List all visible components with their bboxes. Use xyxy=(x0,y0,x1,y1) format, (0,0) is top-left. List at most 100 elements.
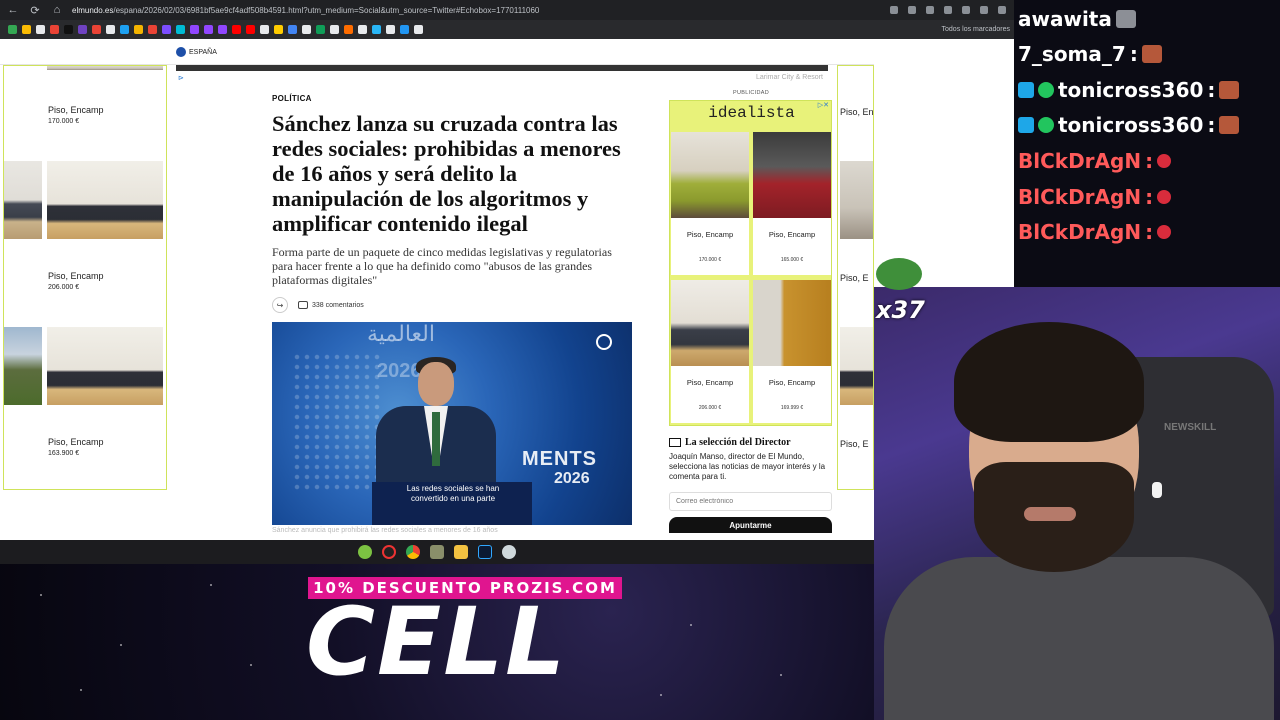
extension-icon[interactable] xyxy=(926,6,934,14)
bookmarks-bar: Todos los marcadores xyxy=(0,20,1014,39)
bookmark-icon[interactable] xyxy=(36,25,45,34)
bookmark-icon[interactable] xyxy=(190,25,199,34)
bookmark-icon[interactable] xyxy=(50,25,59,34)
bookmark-icon[interactable] xyxy=(148,25,157,34)
app-icon[interactable] xyxy=(430,545,444,559)
profile-icon[interactable] xyxy=(998,6,1006,14)
photo-backdrop-year: 2026 xyxy=(377,360,422,382)
bookmark-icon[interactable] xyxy=(358,25,367,34)
star xyxy=(120,644,122,646)
app-icon[interactable] xyxy=(502,545,516,559)
reload-icon[interactable]: ⟳ xyxy=(28,4,42,17)
extension-icon[interactable] xyxy=(962,6,970,14)
listing-card[interactable]: Piso, Encamp 206.000 € xyxy=(671,280,749,423)
bookmark-icon[interactable] xyxy=(218,25,227,34)
ad-listing-title: Piso, Encamp xyxy=(48,271,104,281)
streamer-shirt xyxy=(884,557,1274,720)
star-icon[interactable] xyxy=(890,6,898,14)
newsletter-title: La selección del Director xyxy=(685,437,791,448)
chat-username: awawita xyxy=(1018,7,1112,31)
bookmark-icon[interactable] xyxy=(400,25,409,34)
chat-message: 7_soma_7 : xyxy=(1018,42,1162,66)
photoshop-icon[interactable] xyxy=(478,545,492,559)
bookmark-icon[interactable] xyxy=(274,25,283,34)
bookmark-icon[interactable] xyxy=(246,25,255,34)
bookmark-icon[interactable] xyxy=(134,25,143,34)
chrome-icon[interactable] xyxy=(406,545,420,559)
url-path: /espana/2026/02/03/6981bf5ae9cf4adf508b4… xyxy=(113,5,540,15)
bookmark-icon[interactable] xyxy=(106,25,115,34)
url-domain: elmundo.es xyxy=(72,5,114,15)
listing-card[interactable]: Piso, Encamp 169.999 € xyxy=(753,280,831,423)
star xyxy=(690,624,692,626)
bookmark-icon[interactable] xyxy=(372,25,381,34)
ad-photo xyxy=(4,161,42,239)
extension-icon[interactable] xyxy=(944,6,952,14)
article-section-label[interactable]: POLÍTICA xyxy=(272,94,312,103)
chat-username: 7_soma_7 xyxy=(1018,42,1126,66)
chat-message: tonicross360 : xyxy=(1018,78,1240,102)
share-icon[interactable]: ↪ xyxy=(272,297,288,313)
email-field[interactable] xyxy=(669,492,832,511)
listing-card[interactable]: Piso, Encamp 165.000 € xyxy=(753,132,831,275)
chat-message: BlCkDrAgN : xyxy=(1018,149,1172,173)
right-ad-column[interactable]: Piso, Encamp Piso, E Piso, E xyxy=(837,65,874,490)
bookmark-icon[interactable] xyxy=(414,25,423,34)
top-ad-strip[interactable] xyxy=(176,65,828,71)
ad-photo xyxy=(840,161,873,239)
ad-photo xyxy=(4,327,42,405)
bookmark-icon[interactable] xyxy=(386,25,395,34)
idealista-ad[interactable]: idealista ▷✕ Piso, Encamp 170.000 € Piso… xyxy=(669,100,832,426)
comments-link[interactable]: 338 comentarios xyxy=(298,301,364,309)
article-photo[interactable]: العالمية 2026 MENTS 2026 Las redes socia… xyxy=(272,322,632,525)
bookmark-icon[interactable] xyxy=(344,25,353,34)
verified-badge-icon xyxy=(1038,82,1054,98)
star xyxy=(40,594,42,596)
bookmark-icon[interactable] xyxy=(22,25,31,34)
bookmark-icon[interactable] xyxy=(64,25,73,34)
ad-close-icon[interactable]: ▷✕ xyxy=(818,101,829,109)
extension-icon[interactable] xyxy=(908,6,916,14)
ad-listing-price: 206.000 € xyxy=(48,284,80,291)
subscribe-button[interactable]: Apuntarme xyxy=(669,517,832,533)
bookmark-icon[interactable] xyxy=(92,25,101,34)
obs-icon[interactable] xyxy=(382,545,396,559)
bookmark-icon[interactable] xyxy=(330,25,339,34)
web-page: ESPAÑA Piso, Encamp 170.000 € Piso, Enca… xyxy=(0,39,874,535)
advertising-label: PUBLICIDAD xyxy=(733,90,770,96)
bookmark-icon[interactable] xyxy=(204,25,213,34)
bookmark-icon[interactable] xyxy=(120,25,129,34)
chat-separator: : xyxy=(1129,42,1138,66)
section-logo[interactable]: ESPAÑA xyxy=(176,47,217,57)
chat-separator: : xyxy=(1145,185,1154,209)
star xyxy=(780,674,782,676)
listing-card[interactable]: Piso, Encamp 170.000 € xyxy=(671,132,749,275)
bookmark-icon[interactable] xyxy=(8,25,17,34)
app-icon[interactable] xyxy=(358,545,372,559)
extension-icon[interactable] xyxy=(980,6,988,14)
home-icon[interactable]: ⌂ xyxy=(50,4,64,16)
url-field[interactable]: elmundo.es/espana/2026/02/03/6981bf5ae9c… xyxy=(72,6,832,15)
bookmark-icon[interactable] xyxy=(316,25,325,34)
all-bookmarks-link[interactable]: Todos los marcadores xyxy=(942,26,1014,33)
emote-icon xyxy=(1219,116,1240,134)
newsletter-box: La selección del Director Joaquín Manso,… xyxy=(669,437,832,482)
ad-listing-price: 163.900 € xyxy=(48,450,80,457)
adchoices-icon[interactable]: ⊳ xyxy=(178,74,184,82)
listing-price: 206.000 € xyxy=(698,405,722,411)
bookmark-icon[interactable] xyxy=(78,25,87,34)
top-ad-label[interactable]: Larimar City & Resort xyxy=(756,74,823,81)
red-emote-icon xyxy=(1157,190,1172,204)
bookmark-icon[interactable] xyxy=(162,25,171,34)
left-ad-column[interactable]: Piso, Encamp 170.000 € Piso, Encamp 206.… xyxy=(3,65,167,490)
idealista-logo: idealista xyxy=(708,104,795,122)
bookmark-icon[interactable] xyxy=(260,25,269,34)
bookmark-icon[interactable] xyxy=(232,25,241,34)
bookmark-icon[interactable] xyxy=(288,25,297,34)
back-icon[interactable]: ← xyxy=(6,4,20,16)
folder-icon[interactable] xyxy=(454,545,468,559)
listing-price: 170.000 € xyxy=(698,257,722,263)
star xyxy=(250,664,252,666)
bookmark-icon[interactable] xyxy=(302,25,311,34)
bookmark-icon[interactable] xyxy=(176,25,185,34)
